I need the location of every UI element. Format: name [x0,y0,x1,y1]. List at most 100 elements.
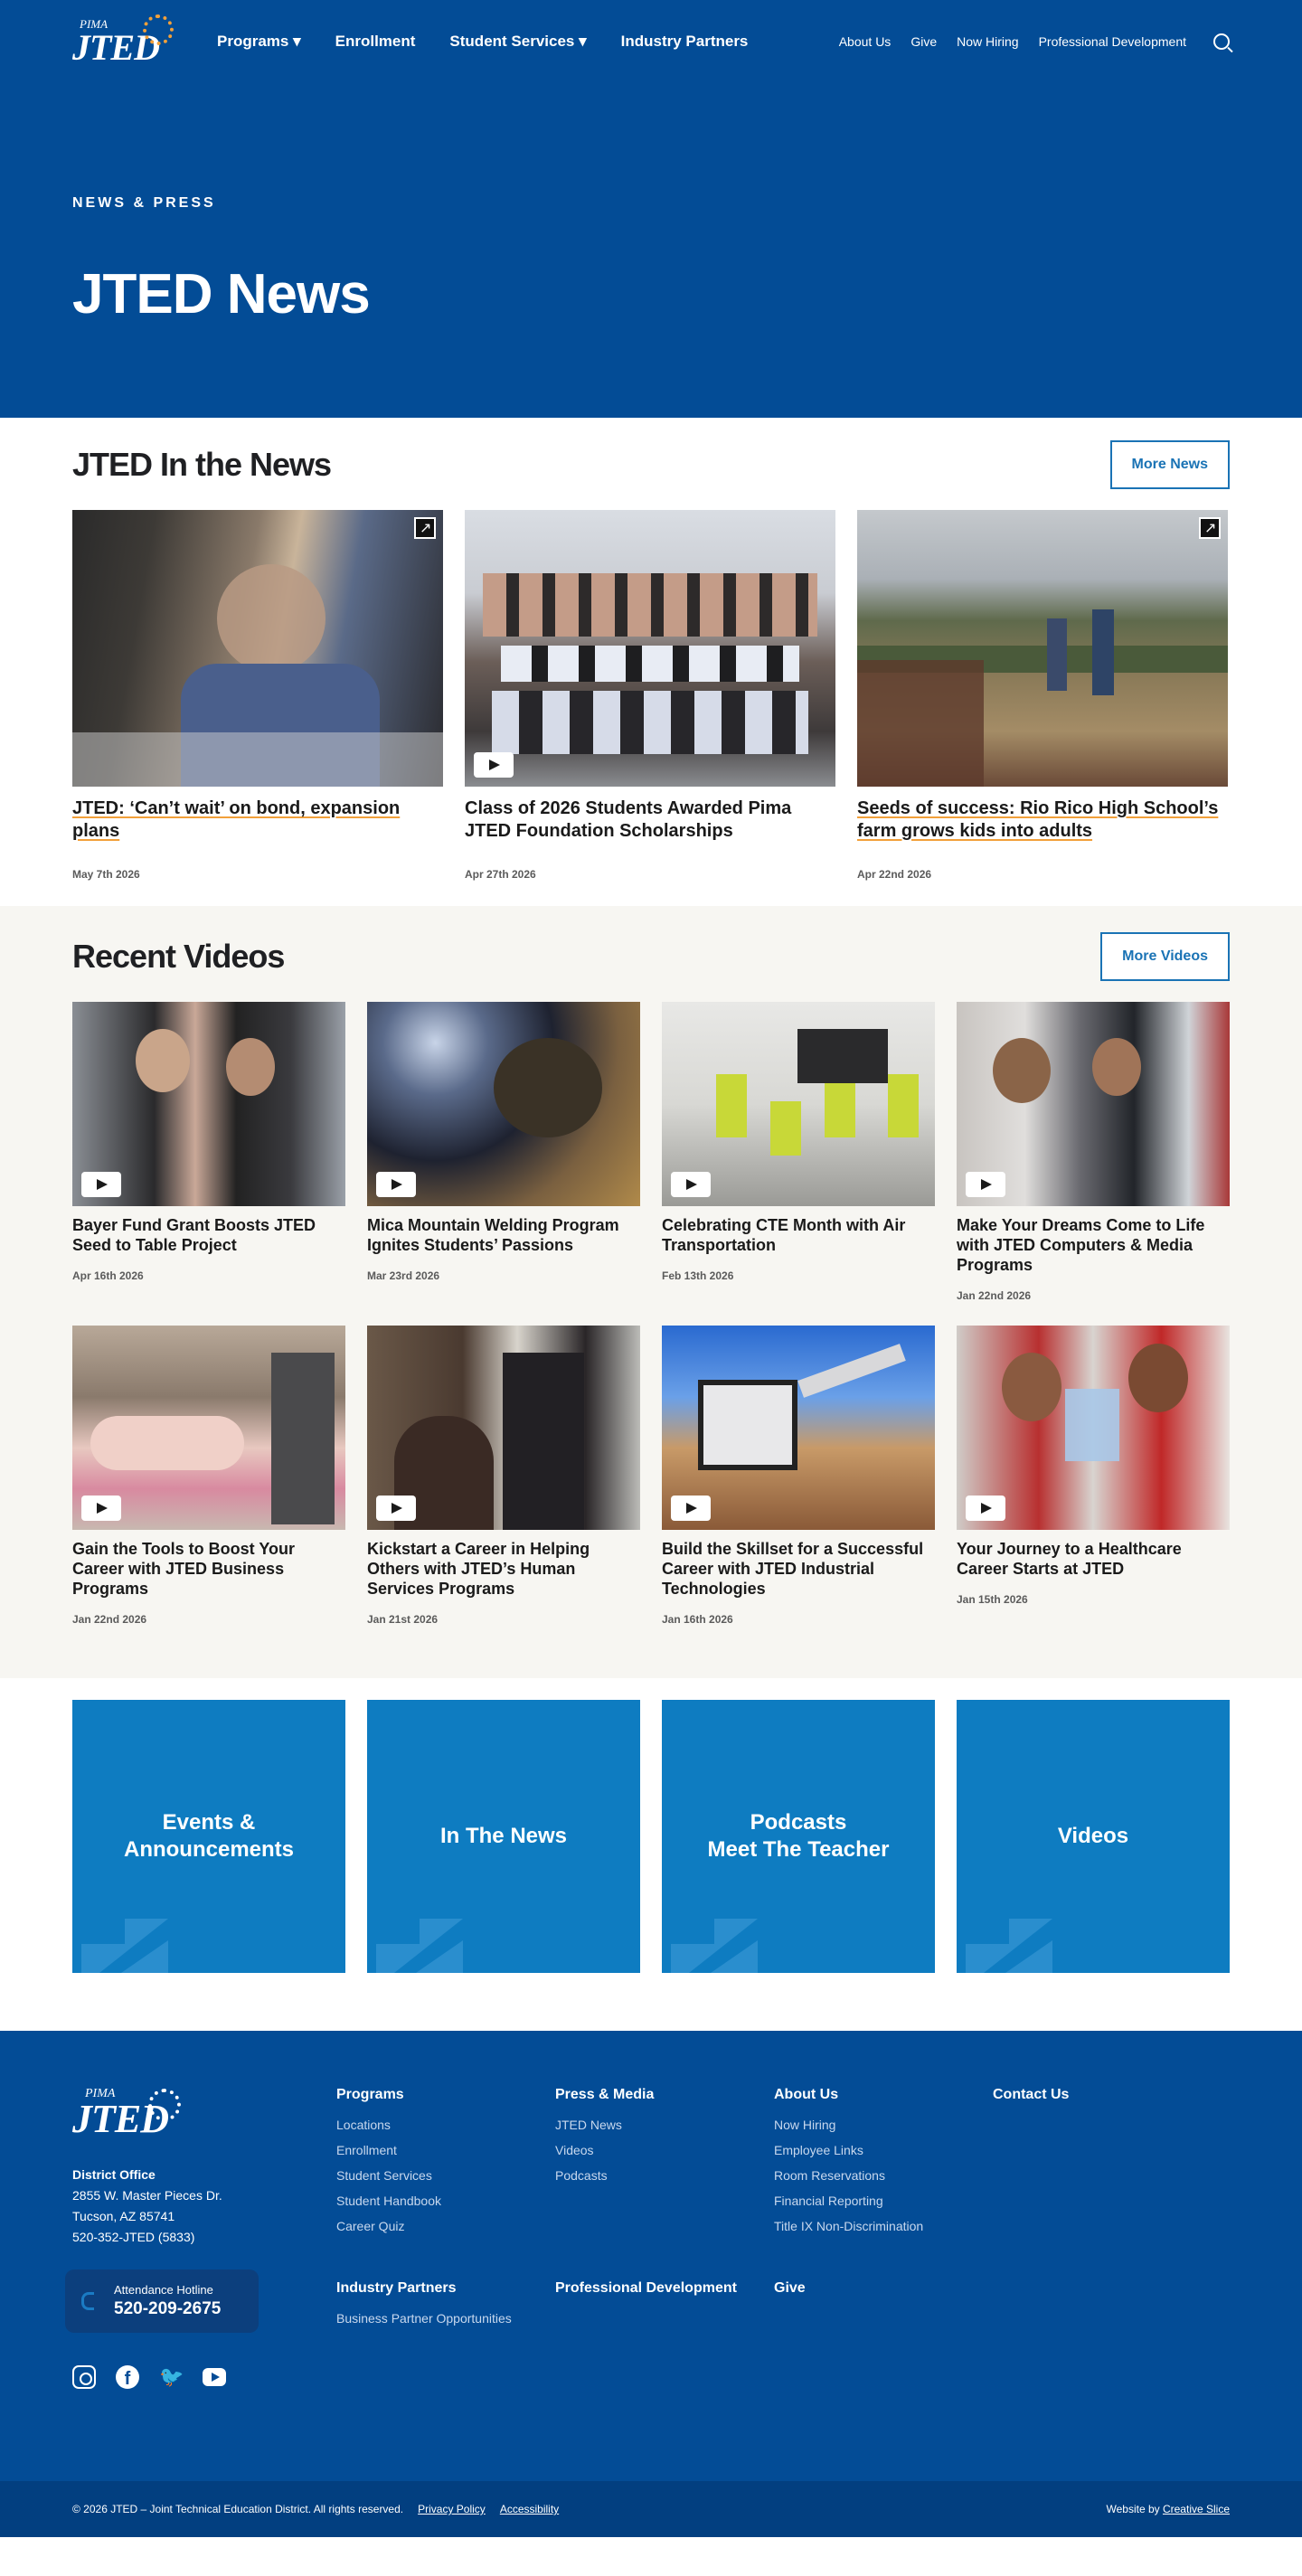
footer-link[interactable]: Locations [336,2112,555,2137]
instagram-icon[interactable] [72,2365,96,2389]
news-card-title[interactable]: Seeds of success: Rio Rico High School’s… [857,797,1228,843]
video-card[interactable]: Your Journey to a Healthcare Career Star… [957,1326,1230,1626]
tile-label-line2: Meet The Teacher [707,1837,890,1862]
external-link-icon [1199,517,1221,539]
video-card[interactable]: Build the Skillset for a Successful Care… [662,1326,935,1626]
footer-link[interactable]: Podcasts [555,2163,774,2188]
news-card[interactable]: Seeds of success: Rio Rico High School’s… [857,510,1228,881]
footer-link[interactable]: JTED News [555,2112,774,2137]
main-nav: PIMA JTED Programs ▾ Enrollment Student … [72,0,1230,83]
nav-student-services[interactable]: Student Services ▾ [449,33,586,51]
video-card-date: Apr 16th 2026 [72,1269,144,1282]
tile-podcasts[interactable]: Podcasts Meet The Teacher [662,1700,935,1973]
nav-about-us[interactable]: About Us [839,34,892,49]
news-photo-scholarship-group[interactable] [465,510,835,787]
tile-videos[interactable]: Videos [957,1700,1230,1973]
nav-enrollment[interactable]: Enrollment [335,33,416,51]
nav-programs[interactable]: Programs ▾ [217,33,301,51]
footer-link[interactable]: Student Services [336,2163,555,2188]
secondary-nav: About Us Give Now Hiring Professional De… [839,33,1230,50]
accessibility-link[interactable]: Accessibility [500,2503,559,2515]
footer-link[interactable]: Title IX Non-Discrimination [774,2213,993,2239]
jted-logo[interactable]: PIMA JTED [72,14,174,66]
footer-logo[interactable]: PIMA JTED [72,2087,181,2145]
video-thumbnail[interactable] [662,1002,935,1206]
footer-link[interactable]: Business Partner Opportunities [336,2306,555,2331]
tile-events-announcements[interactable]: Events & Announcements [72,1700,345,1973]
video-card[interactable]: Gain the Tools to Boost Your Career with… [72,1326,345,1626]
play-icon [376,1172,416,1197]
youtube-icon[interactable] [203,2368,226,2386]
tile-in-the-news[interactable]: In The News [367,1700,640,1973]
facebook-icon[interactable]: f [116,2365,139,2389]
video-thumbnail[interactable] [367,1326,640,1530]
footer-heading-professional-development[interactable]: Professional Development [555,2280,774,2297]
video-card[interactable]: Bayer Fund Grant Boosts JTED Seed to Tab… [72,1002,345,1302]
footer-heading-about[interactable]: About Us [774,2087,993,2103]
site-credit: Website by Creative Slice [1106,2503,1230,2515]
video-card-date: Jan 22nd 2026 [957,1289,1032,1302]
news-card[interactable]: JTED: ‘Can’t wait’ on bond, expansion pl… [72,510,443,881]
video-card[interactable]: Celebrating CTE Month with Air Transport… [662,1002,935,1302]
video-card[interactable]: Mica Mountain Welding Program Ignites St… [367,1002,640,1302]
news-card-title[interactable]: Class of 2026 Students Awarded Pima JTED… [465,797,835,843]
video-thumbnail[interactable] [957,1002,1230,1206]
footer-link[interactable]: Student Handbook [336,2188,555,2213]
video-card-title[interactable]: Bayer Fund Grant Boosts JTED Seed to Tab… [72,1215,345,1255]
video-card-title[interactable]: Kickstart a Career in Helping Others wit… [367,1539,640,1599]
video-thumbnail[interactable] [957,1326,1230,1530]
video-thumbnail[interactable] [662,1326,935,1530]
nav-industry-partners[interactable]: Industry Partners [621,33,749,51]
attendance-hotline[interactable]: Attendance Hotline 520-209-2675 [65,2269,259,2333]
play-icon [671,1496,711,1521]
footer-link[interactable]: Financial Reporting [774,2188,993,2213]
video-thumbnail[interactable] [72,1326,345,1530]
video-thumbnail[interactable] [367,1002,640,1206]
footer-link[interactable]: Videos [555,2137,774,2163]
footer-link[interactable]: Now Hiring [774,2112,993,2137]
nav-give[interactable]: Give [910,34,937,49]
video-card-title[interactable]: Celebrating CTE Month with Air Transport… [662,1215,935,1255]
video-card-date: Jan 22nd 2026 [72,1613,147,1626]
news-photo-farm[interactable] [857,510,1228,787]
news-card-title[interactable]: JTED: ‘Can’t wait’ on bond, expansion pl… [72,797,443,843]
footer-heading-give[interactable]: Give [774,2280,993,2297]
play-icon [966,1496,1005,1521]
footer-heading-programs[interactable]: Programs [336,2087,555,2103]
office-address-line2: Tucson, AZ 85741 [72,2209,175,2223]
news-photo-board-meeting[interactable] [72,510,443,787]
hotline-number[interactable]: 520-209-2675 [114,2299,221,2319]
news-section-title: JTED In the News [72,446,332,483]
video-card[interactable]: Kickstart a Career in Helping Others wit… [367,1326,640,1626]
footer-link[interactable]: Room Reservations [774,2163,993,2188]
video-card-title[interactable]: Mica Mountain Welding Program Ignites St… [367,1215,640,1255]
video-card-title[interactable]: Your Journey to a Healthcare Career Star… [957,1539,1230,1579]
privacy-policy-link[interactable]: Privacy Policy [418,2503,486,2515]
video-card-title[interactable]: Make Your Dreams Come to Life with JTED … [957,1215,1230,1275]
footer-heading-industry[interactable]: Industry Partners [336,2280,555,2297]
creative-slice-link[interactable]: Creative Slice [1163,2503,1230,2515]
arrow-icon [671,1919,758,1973]
footer-link[interactable]: Enrollment [336,2137,555,2163]
video-card-title[interactable]: Gain the Tools to Boost Your Career with… [72,1539,345,1599]
nav-professional-development[interactable]: Professional Development [1039,34,1186,49]
footer-heading-contact[interactable]: Contact Us [993,2087,1174,2103]
news-card-date: Apr 22nd 2026 [857,868,932,881]
twitter-icon[interactable]: 🐦 [159,2365,184,2389]
more-videos-button[interactable]: More Videos [1100,932,1230,981]
news-card[interactable]: Class of 2026 Students Awarded Pima JTED… [465,510,835,881]
nav-now-hiring[interactable]: Now Hiring [957,34,1018,49]
more-news-button[interactable]: More News [1109,440,1230,489]
video-card[interactable]: Make Your Dreams Come to Life with JTED … [957,1002,1230,1302]
search-icon[interactable] [1213,33,1230,50]
footer-link[interactable]: Career Quiz [336,2213,555,2239]
video-card-title[interactable]: Build the Skillset for a Successful Care… [662,1539,935,1599]
office-phone[interactable]: 520-352-JTED (5833) [72,2227,336,2248]
footer-link[interactable]: Employee Links [774,2137,993,2163]
footer-heading-press[interactable]: Press & Media [555,2087,774,2103]
video-thumbnail[interactable] [72,1002,345,1206]
video-card-date: Jan 16th 2026 [662,1613,733,1626]
footer-bottom-bar: © 2026 JTED – Joint Technical Education … [0,2481,1302,2537]
social-links: f 🐦 [72,2365,336,2389]
footer-col-contact: Contact Us [993,2087,1174,2389]
